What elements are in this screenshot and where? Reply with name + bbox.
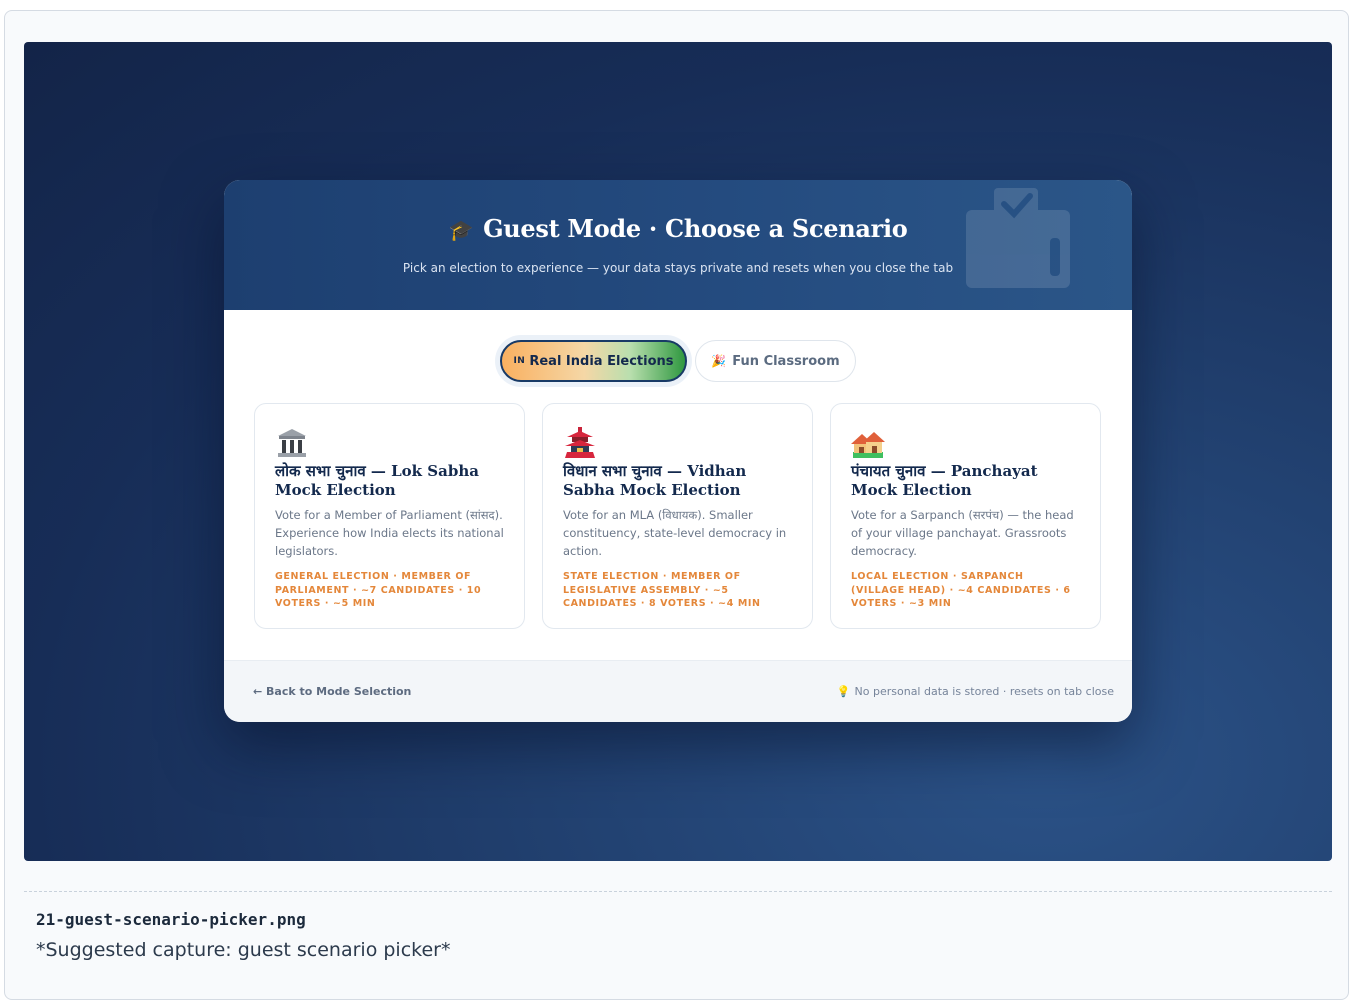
scenario-card-vidhan-sabha[interactable]: विधान सभा चुनाव — Vidhan Sabha Mock Elec…: [542, 403, 813, 629]
scenario-meta: State Election · Member of Legislative A…: [563, 571, 761, 609]
screenshot-filename: 21-guest-scenario-picker.png: [36, 910, 306, 929]
caption-divider: [24, 891, 1332, 892]
scenario-description: Vote for a Sarpanch (सरपंच) — the head o…: [851, 508, 1074, 558]
back-to-mode-selection-link[interactable]: ← Back to Mode Selection: [253, 685, 411, 698]
page-subtitle: Pick an election to experience — your da…: [402, 261, 954, 275]
classical-building-icon: [278, 429, 306, 457]
page-title: 🎓 Guest Mode · Choose a Scenario: [448, 214, 908, 243]
capture-note: *Suggested capture: guest scenario picke…: [36, 939, 451, 961]
graduation-cap-icon: 🎓: [448, 218, 474, 242]
pagoda-icon: [565, 427, 595, 458]
scenario-card-panchayat[interactable]: पंचायत चुनाव — Panchayat Mock Election V…: [830, 403, 1101, 629]
scenario-card-lok-sabha[interactable]: लोक सभा चुनाव — Lok Sabha Mock Election …: [254, 403, 525, 629]
scenario-meta: Local Election · Sarpanch (Village Head)…: [851, 571, 1071, 609]
screenshot-area: 🎓 Guest Mode · Choose a Scenario Pick an …: [24, 42, 1332, 861]
privacy-note: 💡 No personal data is stored · resets on …: [836, 685, 1114, 698]
india-flag-icon: IN: [513, 356, 526, 366]
scenario-meta: General Election · Member of Parliament …: [275, 571, 482, 609]
tab-real-india-elections[interactable]: IN Real India Elections: [500, 340, 687, 382]
tab-label: Fun Classroom: [732, 353, 840, 369]
scenario-tabs: IN Real India Elections 🎉 Fun Classroom: [224, 340, 1132, 382]
scenario-title: लोक सभा चुनाव — Lok Sabha Mock Election: [275, 462, 479, 499]
tab-fun-classroom[interactable]: 🎉 Fun Classroom: [695, 340, 856, 382]
houses-icon: [851, 432, 885, 458]
tab-label: Real India Elections: [529, 353, 674, 369]
scenario-picker-card: 🎓 Guest Mode · Choose a Scenario Pick an …: [224, 180, 1132, 722]
card-footer: ← Back to Mode Selection 💡 No personal da…: [224, 660, 1132, 722]
card-header: 🎓 Guest Mode · Choose a Scenario Pick an …: [224, 180, 1132, 310]
party-popper-icon: 🎉: [711, 354, 727, 368]
scenario-description: Vote for an MLA (विधायक). Smaller consti…: [563, 508, 787, 558]
scenario-description: Vote for a Member of Parliament (सांसद).…: [275, 508, 504, 558]
light-bulb-icon: 💡: [836, 685, 851, 698]
scenario-title: विधान सभा चुनाव — Vidhan Sabha Mock Elec…: [563, 462, 747, 499]
scenario-title: पंचायत चुनाव — Panchayat Mock Election: [851, 462, 1038, 499]
